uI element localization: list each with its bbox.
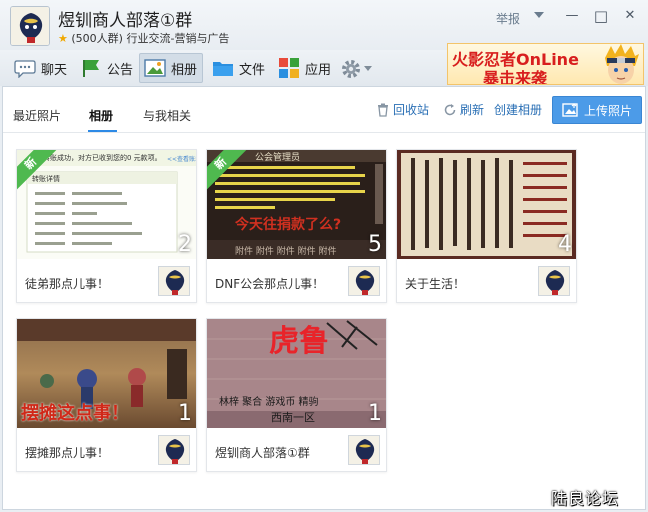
folder-icon: [212, 58, 234, 78]
active-tab-indicator: [88, 130, 117, 132]
album-card[interactable]: 转账成功，对方已收到您的0 元款项。 <<查看账单 转账详情 新 2 徒弟那点儿…: [16, 149, 197, 303]
create-album-button[interactable]: 创建相册: [494, 101, 542, 118]
upload-image-icon: [562, 103, 578, 117]
chat-bubble-icon: [14, 58, 36, 79]
album-cover[interactable]: 公会管理员 今天往捐款了么? 附件 附件 附件 附件 附件 新 5: [207, 150, 386, 259]
group-info: ★ (500人群) 行业交流-营销与广告: [58, 30, 229, 46]
album-name[interactable]: 徒弟那点儿事！: [25, 275, 109, 292]
minimize-button[interactable]: —: [562, 7, 582, 25]
album-card[interactable]: 摆摊这点事！ 1 摆摊那点儿事！: [16, 318, 197, 472]
photo-count: 1: [178, 401, 192, 426]
owner-avatar[interactable]: [538, 266, 570, 296]
new-badge: 新: [207, 150, 247, 190]
album-name[interactable]: 煜钏商人部落①群: [215, 444, 310, 461]
tab-albums[interactable]: 相册: [89, 107, 113, 124]
trash-icon: [378, 103, 388, 117]
album-name[interactable]: 摆摊那点儿事！: [25, 444, 109, 461]
album-cover[interactable]: 4: [397, 150, 576, 259]
owner-avatar[interactable]: [348, 435, 380, 465]
group-name: 煜钏商人部落①群: [58, 11, 193, 31]
group-category[interactable]: 行业交流-营销与广告: [126, 32, 229, 45]
refresh-icon: [444, 103, 456, 115]
ad-subtitle: 暴击来袭: [483, 69, 548, 85]
tab-chat[interactable]: 聊天: [10, 53, 71, 83]
album-subtabs: 最近照片 相册 与我相关 回收站 刷新 创建相册 上传照片: [3, 87, 645, 133]
album-panel: 最近照片 相册 与我相关 回收站 刷新 创建相册 上传照片 转账成功，对方已收到…: [2, 86, 646, 510]
owner-avatar[interactable]: [158, 266, 190, 296]
cover-caption: 今天往捐款了么?: [235, 217, 342, 233]
cover-sub-text: 西南一区: [271, 411, 315, 424]
forum-watermark: 陆良论坛: [551, 489, 620, 508]
photo-count: 2: [178, 232, 192, 257]
tab-apps[interactable]: 应用: [274, 53, 335, 83]
report-button[interactable]: 举报: [496, 10, 520, 27]
cover-header: 公会管理员: [255, 153, 301, 163]
album-card[interactable]: 4 关于生活！: [396, 149, 577, 303]
photo-icon: [144, 58, 166, 78]
close-button[interactable]: ✕: [620, 7, 640, 25]
recycle-bin-button[interactable]: 回收站: [376, 101, 429, 118]
tab-album[interactable]: 相册: [139, 53, 203, 83]
cover-big-text: 虎鲁: [269, 324, 329, 359]
album-cover[interactable]: 摆摊这点事！ 1: [17, 319, 196, 428]
cover-footer: 附件 附件 附件 附件 附件: [235, 247, 337, 257]
owner-avatar[interactable]: [348, 266, 380, 296]
chevron-down-icon[interactable]: [534, 12, 544, 18]
album-cover[interactable]: 转账成功，对方已收到您的0 元款项。 <<查看账单 转账详情 新 2: [17, 150, 196, 259]
album-card[interactable]: 虎鲁 林梓 聚合 游戏币 精驹 西南一区 1 煜钏商人部落①群: [206, 318, 387, 472]
cover-caption: 摆摊这点事！: [21, 403, 129, 424]
tab-files[interactable]: 文件: [208, 53, 269, 83]
album-cover[interactable]: 虎鲁 林梓 聚合 游戏币 精驹 西南一区 1: [207, 319, 386, 428]
game-ad-banner[interactable]: 火影忍者OnLine 暴击来袭: [447, 43, 644, 85]
photo-count: 1: [368, 401, 382, 426]
star-icon: ★: [58, 32, 68, 45]
maximize-button[interactable]: □: [591, 7, 611, 25]
cover-caption: 转账成功，对方已收到您的0 元款项。: [43, 154, 162, 162]
tab-related-to-me[interactable]: 与我相关: [143, 107, 191, 124]
group-avatar[interactable]: [10, 6, 50, 46]
upload-photo-button[interactable]: 上传照片: [552, 96, 642, 124]
new-badge: 新: [17, 150, 57, 190]
album-name[interactable]: 关于生活！: [405, 275, 465, 292]
ninja-character-icon: [601, 44, 641, 84]
album-card[interactable]: 公会管理员 今天往捐款了么? 附件 附件 附件 附件 附件 新 5 DNF公会那…: [206, 149, 387, 303]
refresh-button[interactable]: 刷新: [443, 101, 484, 118]
cover-row-text: 林梓 聚合 游戏币 精驹: [219, 397, 319, 408]
member-count: (500人群): [71, 32, 123, 45]
flag-icon: [80, 58, 102, 78]
photo-count: 5: [368, 232, 382, 257]
tab-recent-photos[interactable]: 最近照片: [13, 107, 61, 124]
owner-avatar[interactable]: [158, 435, 190, 465]
apps-grid-icon: [278, 58, 300, 78]
album-name[interactable]: DNF公会那点儿事！: [215, 275, 324, 292]
gear-icon: [340, 58, 362, 78]
chevron-down-icon: [364, 65, 372, 71]
tab-announcement[interactable]: 公告: [76, 53, 137, 83]
cover-link: <<查看账单: [167, 156, 196, 163]
photo-count: 4: [558, 232, 572, 257]
settings-button[interactable]: [336, 53, 376, 83]
